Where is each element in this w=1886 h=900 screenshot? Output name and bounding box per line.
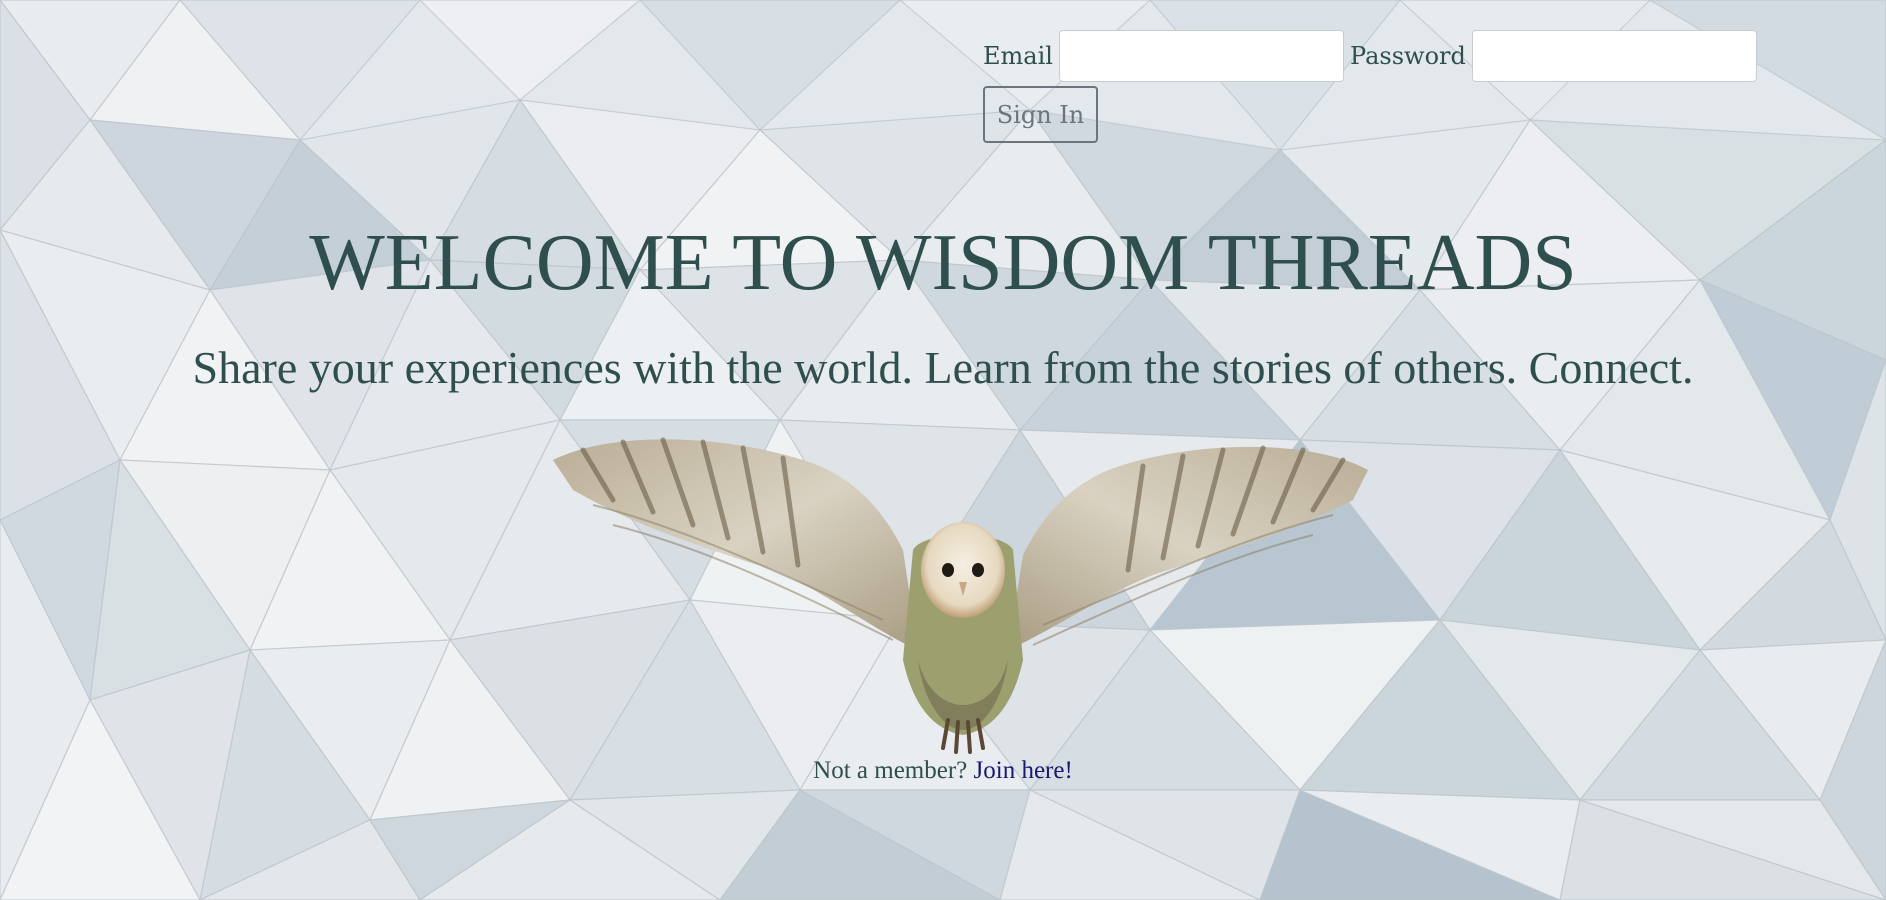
- page-title: WELCOME TO WISDOM THREADS: [309, 219, 1577, 307]
- email-field[interactable]: [1058, 30, 1345, 82]
- page-subtitle: Share your experiences with the world. L…: [192, 342, 1694, 393]
- login-fields-row: Email Password: [983, 28, 1763, 84]
- password-field[interactable]: [1471, 30, 1757, 82]
- login-form: Email Password Sign In: [983, 28, 1763, 143]
- join-prompt-text: Not a member?: [813, 757, 968, 784]
- email-label: Email: [983, 42, 1053, 70]
- join-here-link[interactable]: Join here!: [974, 757, 1073, 784]
- sign-in-button[interactable]: Sign In: [983, 86, 1098, 143]
- password-label: Password: [1350, 42, 1466, 70]
- owl-image: [553, 437, 1368, 754]
- join-prompt: Not a member? Join here!: [0, 757, 1886, 785]
